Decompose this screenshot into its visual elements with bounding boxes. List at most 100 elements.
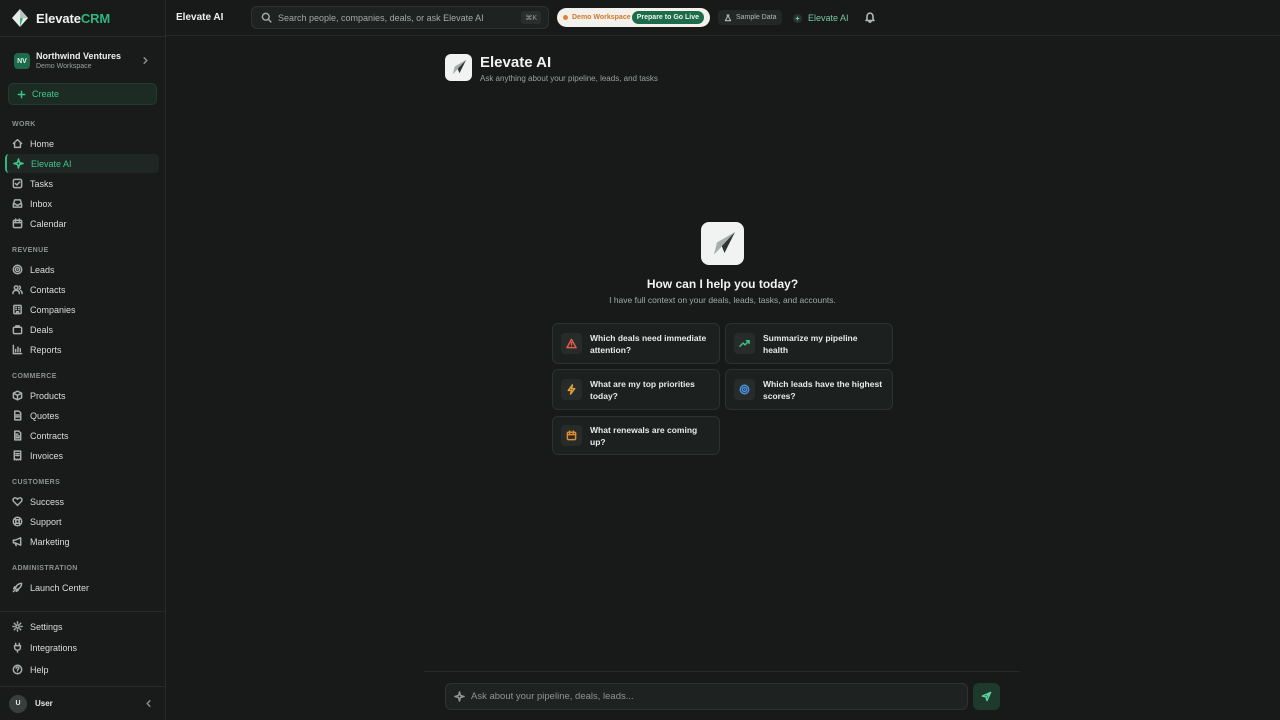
sidebar-item-label: Companies: [30, 304, 76, 315]
divider: [0, 686, 166, 687]
suggestion-card[interactable]: Summarize my pipeline health: [725, 323, 893, 364]
suggestion-text: What are my top priorities today?: [590, 378, 695, 401]
sidebar-item-marketing[interactable]: Marketing: [5, 532, 159, 551]
megaphone-icon: [12, 536, 23, 547]
sparkle-icon: [793, 13, 802, 23]
suggestion-card[interactable]: What renewals are coming up?: [552, 416, 720, 455]
hero-title: How can I help you today?: [646, 277, 799, 291]
sidebar-item-label: Settings: [30, 621, 63, 632]
brand-logo-icon: [12, 9, 28, 27]
ai-header-subtitle: Ask anything about your pipeline, leads,…: [480, 74, 658, 83]
sidebar-item-launch-center[interactable]: Launch Center: [5, 578, 159, 597]
search-icon: [261, 12, 272, 23]
sidebar-item-reports[interactable]: Reports: [5, 340, 159, 359]
gear-icon: [12, 621, 23, 632]
divider: [0, 611, 166, 612]
chat-input[interactable]: [471, 691, 951, 702]
chevron-left-icon[interactable]: [144, 699, 153, 708]
workspace-avatar: NV: [14, 53, 30, 69]
user-menu[interactable]: U User: [9, 694, 159, 713]
divider: [424, 671, 1020, 672]
sidebar-item-label: Inbox: [30, 198, 53, 209]
alert-triangle-icon: [561, 333, 582, 354]
global-search[interactable]: ⌘K: [251, 6, 549, 29]
suggestion-card[interactable]: What are my top priorities today?: [552, 369, 720, 410]
brand-name: ElevateCRM: [36, 10, 111, 26]
building-icon: [12, 304, 23, 315]
sidebar-item-label: Invoices: [30, 450, 64, 461]
suggestion-card[interactable]: Which leads have the highest scores?: [725, 369, 893, 410]
document-icon: [12, 410, 23, 421]
elevate-ai-link[interactable]: Elevate AI: [793, 10, 849, 26]
ai-header-title: Elevate AI: [480, 54, 552, 71]
send-button[interactable]: [973, 683, 1000, 710]
workspace-switcher[interactable]: NV Northwind Ventures Demo Workspace: [14, 49, 154, 73]
lightning-icon: [561, 379, 582, 400]
suggestion-card[interactable]: Which deals need immediate attention?: [552, 323, 720, 364]
section-label-customers: CUSTOMERS: [12, 479, 61, 486]
bell-icon[interactable]: [864, 11, 876, 23]
sidebar-item-inbox[interactable]: Inbox: [5, 194, 159, 213]
sidebar-item-leads[interactable]: Leads: [5, 260, 159, 279]
section-label-revenue: REVENUE: [12, 247, 49, 254]
sidebar-item-support[interactable]: Support: [5, 512, 159, 531]
sparkle-icon: [454, 691, 465, 702]
sidebar-item-help[interactable]: Help: [5, 660, 159, 679]
calendar-icon: [12, 218, 23, 229]
box-icon: [12, 390, 23, 401]
create-button[interactable]: Create: [8, 83, 157, 105]
lifebuoy-icon: [12, 516, 23, 527]
sidebar-item-elevate-ai[interactable]: Elevate AI: [5, 154, 159, 173]
briefcase-icon: [12, 324, 23, 335]
sidebar-item-label: Quotes: [30, 410, 60, 421]
section-label-commerce: COMMERCE: [12, 373, 57, 380]
sidebar-item-label: Reports: [30, 344, 62, 355]
workspace-subtitle: Demo Workspace: [36, 63, 92, 70]
suggestion-text: Which leads have the highest scores?: [763, 378, 883, 401]
suggestion-text: Summarize my pipeline health: [763, 332, 858, 355]
sidebar-item-label: Marketing: [30, 536, 70, 547]
send-icon: [981, 691, 992, 702]
sidebar-item-label: Home: [30, 138, 55, 149]
sidebar-item-quotes[interactable]: Quotes: [5, 406, 159, 425]
status-dot: [563, 15, 568, 20]
suggestion-text: Which deals need immediate attention?: [590, 332, 707, 355]
home-icon: [12, 138, 23, 149]
trending-up-icon: [734, 333, 755, 354]
sidebar-item-home[interactable]: Home: [5, 134, 159, 153]
sidebar-item-products[interactable]: Products: [5, 386, 159, 405]
sidebar-item-label: Contacts: [30, 284, 66, 295]
sample-data-label: Sample Data: [736, 14, 777, 21]
target-icon: [12, 264, 23, 275]
sidebar-item-calendar[interactable]: Calendar: [5, 214, 159, 233]
sidebar-item-deals[interactable]: Deals: [5, 320, 159, 339]
section-label-work: WORK: [12, 121, 36, 128]
sidebar-item-invoices[interactable]: Invoices: [5, 446, 159, 465]
bar-chart-icon: [12, 344, 23, 355]
sidebar-item-success[interactable]: Success: [5, 492, 159, 511]
sidebar-item-contacts[interactable]: Contacts: [5, 280, 159, 299]
sidebar-item-integrations[interactable]: Integrations: [5, 638, 159, 657]
sidebar-item-contracts[interactable]: Contracts: [5, 426, 159, 445]
sample-data-button[interactable]: Sample Data: [718, 10, 783, 25]
hero-subtitle: I have full context on your deals, leads…: [609, 295, 836, 305]
sidebar: ElevateCRM NV Northwind Ventures Demo Wo…: [0, 0, 166, 720]
search-input[interactable]: [278, 12, 518, 23]
sparkle-icon: [13, 158, 24, 169]
sidebar-item-tasks[interactable]: Tasks: [5, 174, 159, 193]
brand[interactable]: ElevateCRM: [12, 9, 110, 27]
sidebar-item-settings[interactable]: Settings: [5, 617, 159, 636]
sidebar-item-label: Leads: [30, 264, 55, 275]
help-circle-icon: [12, 664, 23, 675]
flask-icon: [724, 13, 732, 22]
sidebar-item-label: Elevate AI: [31, 158, 72, 169]
search-shortcut: ⌘K: [521, 11, 541, 24]
sidebar-item-label: Integrations: [30, 642, 78, 653]
chat-composer[interactable]: [445, 683, 968, 710]
prepare-go-live-button[interactable]: Prepare to Go Live: [631, 11, 704, 24]
topbar: Elevate AI ⌘K Demo Workspace Prepare to …: [166, 0, 1280, 36]
sidebar-item-companies[interactable]: Companies: [5, 300, 159, 319]
page-title: Elevate AI: [176, 12, 224, 23]
heart-icon: [12, 496, 23, 507]
sidebar-item-label: Tasks: [30, 178, 54, 189]
